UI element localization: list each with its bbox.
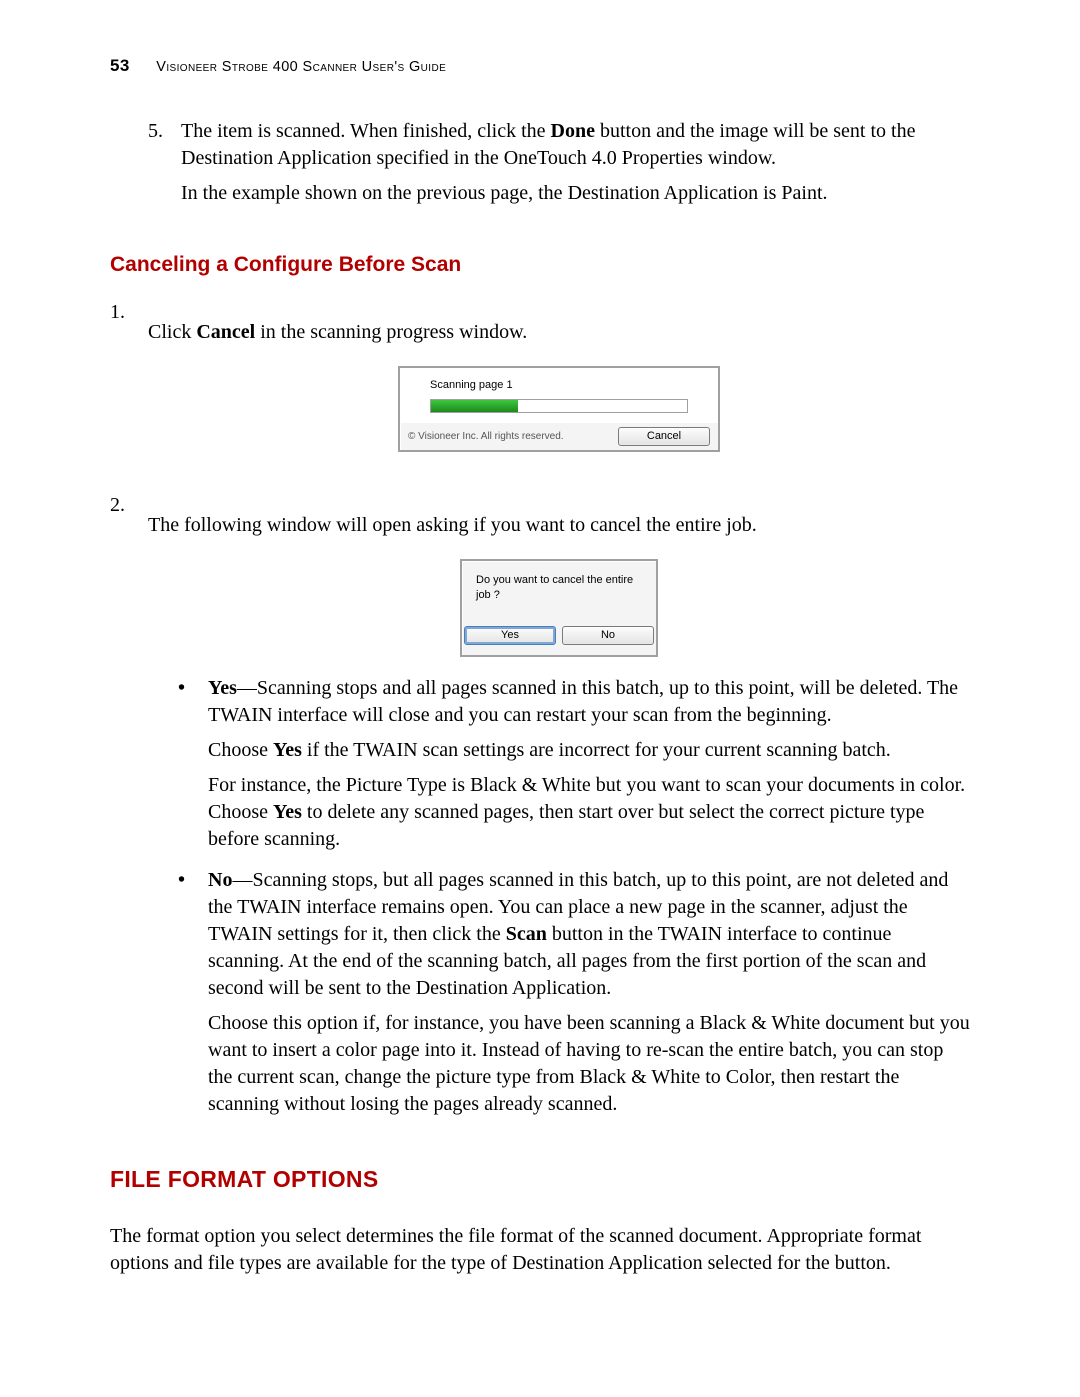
paragraph: In the example shown on the previous pag… xyxy=(181,180,970,207)
header-title: Visioneer Strobe 400 Scanner User's Guid… xyxy=(156,59,446,75)
bold-text: Yes xyxy=(273,801,302,823)
text: Choose xyxy=(208,739,273,761)
text: The item is scanned. When finished, clic… xyxy=(181,120,551,142)
bold-text: Yes xyxy=(208,677,237,699)
page-header: 53 Visioneer Strobe 400 Scanner User's G… xyxy=(110,56,970,76)
text: if the TWAIN scan settings are incorrect… xyxy=(302,739,891,761)
copyright-text: © Visioneer Inc. All rights reserved. xyxy=(408,430,564,444)
list-number: 1. xyxy=(110,299,130,474)
cancel-confirm-dialog: Do you want to cancel the entire job ? Y… xyxy=(460,559,658,658)
list-number: 5. xyxy=(148,118,163,215)
bullet-icon: • xyxy=(178,867,190,1126)
step-5: 5. The item is scanned. When finished, c… xyxy=(110,118,970,215)
paragraph: Click Cancel in the scanning progress wi… xyxy=(148,319,970,346)
yes-no-bullet-list: • Yes—Scanning stops and all pages scann… xyxy=(178,675,970,1126)
bullet-item-no: • No—Scanning stops, but all pages scann… xyxy=(178,867,970,1126)
text: to delete any scanned pages, then start … xyxy=(208,801,924,850)
bold-text: Scan xyxy=(506,923,547,945)
paragraph: For instance, the Picture Type is Black … xyxy=(208,772,970,853)
paragraph: Yes—Scanning stops and all pages scanned… xyxy=(208,675,970,729)
document-page: 53 Visioneer Strobe 400 Scanner User's G… xyxy=(0,0,1080,1397)
bold-text: Done xyxy=(551,120,595,142)
paragraph: The following window will open asking if… xyxy=(148,512,970,539)
paragraph: Choose this option if, for instance, you… xyxy=(208,1010,970,1118)
bold-text: Cancel xyxy=(196,321,255,343)
paragraph: No—Scanning stops, but all pages scanned… xyxy=(208,867,970,1002)
scanning-progress-dialog: Scanning page 1 © Visioneer Inc. All rig… xyxy=(398,366,720,452)
bullet-item-yes: • Yes—Scanning stops and all pages scann… xyxy=(178,675,970,861)
scanning-status-text: Scanning page 1 xyxy=(430,378,688,393)
text: Click xyxy=(148,321,196,343)
bold-text: No xyxy=(208,869,232,891)
sub-heading-canceling: Canceling a Configure Before Scan xyxy=(110,253,970,277)
bold-text: Yes xyxy=(273,739,302,761)
paragraph: The item is scanned. When finished, clic… xyxy=(181,118,970,172)
cancel-button[interactable]: Cancel xyxy=(618,427,710,446)
text: in the scanning progress window. xyxy=(255,321,527,343)
progress-bar xyxy=(430,399,688,413)
file-format-paragraph: The format option you select determines … xyxy=(110,1223,970,1277)
bullet-icon: • xyxy=(178,675,190,861)
progress-bar-fill xyxy=(431,400,518,412)
paragraph: Choose Yes if the TWAIN scan settings ar… xyxy=(208,737,970,764)
step-1: 1. Click Cancel in the scanning progress… xyxy=(110,299,970,1132)
file-format-heading: File Format Options xyxy=(110,1166,970,1193)
list-number: 2. xyxy=(110,492,130,1133)
confirm-message: Do you want to cancel the entire job ? xyxy=(470,573,648,603)
text: —Scanning stops and all pages scanned in… xyxy=(208,677,958,726)
no-button[interactable]: No xyxy=(562,626,654,645)
yes-button[interactable]: Yes xyxy=(464,626,556,645)
page-number: 53 xyxy=(110,56,130,75)
